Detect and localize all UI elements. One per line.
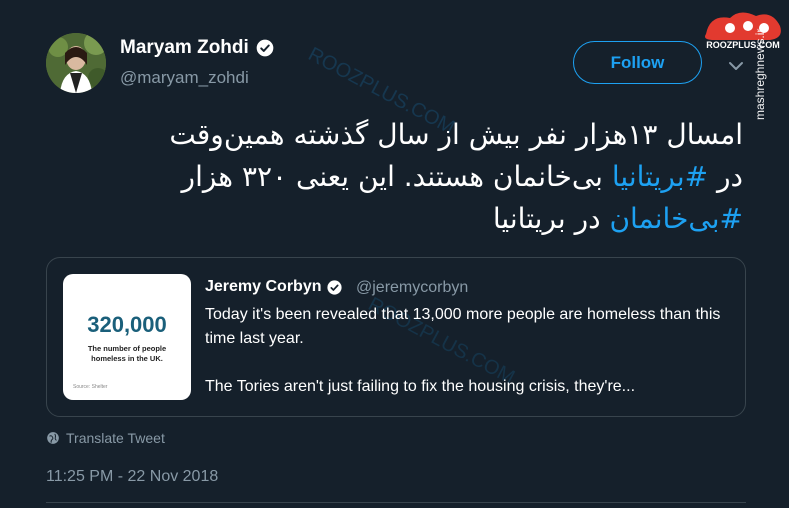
- side-watermark: mashreghnews.ir: [753, 28, 767, 120]
- author-handle[interactable]: @maryam_zohdi: [120, 68, 249, 88]
- globe-icon: [47, 432, 59, 444]
- author-name[interactable]: Maryam Zohdi: [120, 37, 275, 59]
- author-name-text[interactable]: Maryam Zohdi: [120, 37, 249, 59]
- translate-label[interactable]: Translate Tweet: [66, 430, 165, 446]
- quoted-paragraph-1: Today it's been revealed that 13,000 mor…: [205, 306, 721, 347]
- quoted-author-name[interactable]: Jeremy Corbyn: [205, 278, 343, 296]
- quoted-paragraph-2: The Tories aren't just failing to fix th…: [205, 378, 636, 395]
- tweet-line-1: امسال ۱۳هزار نفر بیش از سال گذشته همین‌و…: [169, 118, 743, 151]
- verified-badge-icon: [326, 279, 342, 295]
- hashtag-homeless[interactable]: #بی‌خانمان: [609, 202, 743, 235]
- tweet-line-2-post: بی‌خانمان هستند. این یعنی ۳۲۰ هزار: [181, 160, 612, 193]
- quoted-tweet-image[interactable]: 320,000 The number of people homeless in…: [63, 274, 191, 400]
- tweet-line-2: در #بریتانیا بی‌خانمان هستند. این یعنی ۳…: [43, 156, 743, 198]
- divider: [46, 502, 746, 503]
- avatar-photo: [46, 33, 106, 93]
- tweet-text: امسال ۱۳هزار نفر بیش از سال گذشته همین‌و…: [43, 114, 743, 240]
- follow-button[interactable]: Follow: [573, 41, 702, 84]
- image-caption: The number of people homeless in the UK.: [87, 344, 167, 363]
- verified-badge-icon: [256, 39, 274, 57]
- quoted-tweet-card[interactable]: 320,000 The number of people homeless in…: [46, 257, 746, 417]
- quoted-tweet-text: Today it's been revealed that 13,000 mor…: [205, 303, 725, 423]
- image-number: 320,000: [87, 312, 167, 337]
- image-source: Source: Shelter: [73, 384, 108, 390]
- translate-tweet-link[interactable]: Translate Tweet: [46, 430, 165, 446]
- tweet-line-2-pre: در: [708, 160, 743, 193]
- tweet-timestamp[interactable]: 11:25 PM - 22 Nov 2018: [46, 468, 218, 486]
- author-avatar[interactable]: [46, 33, 106, 93]
- hashtag-britain[interactable]: #بریتانیا: [612, 160, 708, 193]
- quoted-author-name-text[interactable]: Jeremy Corbyn: [205, 278, 322, 296]
- site-logo-text: ROOZPLUS.COM: [706, 40, 780, 50]
- quoted-author-handle[interactable]: @jeremycorbyn: [356, 279, 468, 297]
- tweet-line-3: #بی‌خانمان در بریتانیا: [43, 198, 743, 240]
- tweet-line-3-post: در بریتانیا: [492, 202, 610, 235]
- chevron-down-icon[interactable]: [726, 58, 746, 74]
